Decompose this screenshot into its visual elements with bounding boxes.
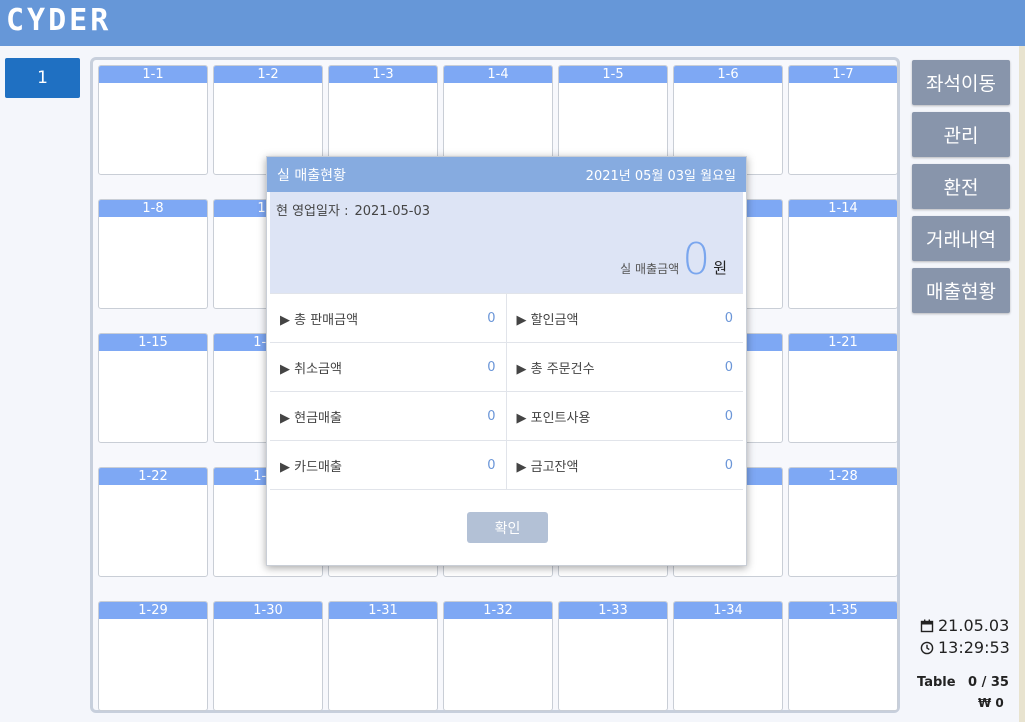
real-sales-label: 실 매출금액 xyxy=(620,262,680,276)
table-name: 1-29 xyxy=(99,602,207,619)
sales-stat: ▶ 포인트사용 0 xyxy=(506,392,743,441)
sales-stat-label: ▶ 할인금액 xyxy=(516,312,579,328)
modal-title: 실 매출현황 xyxy=(277,167,346,184)
exchange-button[interactable]: 환전 xyxy=(912,164,1010,209)
table-name: 1-35 xyxy=(789,602,897,619)
sales-stat-value: 0 xyxy=(724,310,733,326)
date-display: 21.05.03 xyxy=(920,616,1009,635)
table-name: 1-22 xyxy=(99,468,207,485)
sales-stat-value: 0 xyxy=(487,310,496,326)
table-card[interactable]: 1-35 xyxy=(788,601,898,711)
table-card[interactable]: 1-8 xyxy=(98,199,208,309)
clock-icon xyxy=(920,641,934,654)
sales-stat-value: 0 xyxy=(724,457,733,473)
table-name: 1-31 xyxy=(329,602,437,619)
calendar-icon xyxy=(920,619,934,632)
top-bar: CYDER xyxy=(0,0,1025,46)
sales-stat: ▶ 총 주문건수 0 xyxy=(506,343,743,392)
table-card[interactable]: 1-31 xyxy=(328,601,438,711)
table-name: 1-30 xyxy=(214,602,322,619)
sales-stats-grid: ▶ 총 판매금액 0 ▶ 할인금액 0 ▶ 취소금액 0 ▶ 총 주문건수 0 ▶ 현금매출 0 ▶… xyxy=(270,293,743,490)
manage-button[interactable]: 관리 xyxy=(912,112,1010,157)
time-display: 13:29:53 xyxy=(920,638,1010,657)
table-card[interactable]: 1-29 xyxy=(98,601,208,711)
business-date: 현 영업일자 : 2021-05-03 xyxy=(276,200,430,219)
table-name: 1-34 xyxy=(674,602,782,619)
table-card[interactable]: 1-7 xyxy=(788,65,898,175)
table-name: 1-28 xyxy=(789,468,897,485)
floor-tab-1[interactable]: 1 xyxy=(5,58,80,98)
table-card[interactable]: 1-30 xyxy=(213,601,323,711)
sales-stat-label: ▶ 총 판매금액 xyxy=(280,312,359,328)
table-name: 1-7 xyxy=(789,66,897,83)
business-date-value: 2021-05-03 xyxy=(354,204,431,219)
sales-status-button[interactable]: 매출현황 xyxy=(912,268,1010,313)
table-name: 1-4 xyxy=(444,66,552,83)
table-card[interactable]: 1-33 xyxy=(558,601,668,711)
sales-stat-value: 0 xyxy=(487,408,496,424)
confirm-button[interactable]: 확인 xyxy=(467,512,548,543)
total-amount: ₩ 0 xyxy=(978,696,1004,710)
table-name: 1-8 xyxy=(99,200,207,217)
side-button-panel: 좌석이동관리환전거래내역매출현황 xyxy=(912,60,1010,320)
table-card[interactable]: 1-22 xyxy=(98,467,208,577)
window-edge xyxy=(1019,46,1025,722)
table-name: 1-14 xyxy=(789,200,897,217)
table-name: 1-32 xyxy=(444,602,552,619)
real-sales-value: 0 xyxy=(682,234,711,285)
modal-date: 2021년 05월 03일 월요일 xyxy=(585,169,736,184)
sales-stat-label: ▶ 카드매출 xyxy=(280,459,342,475)
table-count-label: Table xyxy=(917,675,956,690)
sales-stat: ▶ 할인금액 0 xyxy=(506,294,743,343)
table-card[interactable]: 1-34 xyxy=(673,601,783,711)
sales-stat: ▶ 금고잔액 0 xyxy=(506,441,743,490)
sales-stat-label: ▶ 총 주문건수 xyxy=(516,361,595,377)
table-name: 1-15 xyxy=(99,334,207,351)
table-name: 1-3 xyxy=(329,66,437,83)
table-card[interactable]: 1-15 xyxy=(98,333,208,443)
app-logo: CYDER xyxy=(6,3,112,38)
sales-status-modal: 실 매출현황 2021년 05월 03일 월요일 현 영업일자 : 2021-05… xyxy=(266,156,747,566)
table-name: 1-5 xyxy=(559,66,667,83)
sales-stat: ▶ 현금매출 0 xyxy=(270,392,507,441)
sales-stat-label: ▶ 포인트사용 xyxy=(516,410,591,426)
sales-stat: ▶ 취소금액 0 xyxy=(270,343,507,392)
sales-stat-label: ▶ 현금매출 xyxy=(280,410,342,426)
sales-stat-value: 0 xyxy=(724,408,733,424)
sales-stat-value: 0 xyxy=(487,359,496,375)
transaction-history-button[interactable]: 거래내역 xyxy=(912,216,1010,261)
seat-move-button[interactable]: 좌석이동 xyxy=(912,60,1010,105)
date-text: 21.05.03 xyxy=(938,616,1010,635)
sales-stat-value: 0 xyxy=(724,359,733,375)
table-card[interactable]: 1-1 xyxy=(98,65,208,175)
table-name: 1-33 xyxy=(559,602,667,619)
table-name: 1-1 xyxy=(99,66,207,83)
sales-stat-value: 0 xyxy=(487,457,496,473)
table-name: 1-2 xyxy=(214,66,322,83)
sales-stat: ▶ 총 판매금액 0 xyxy=(270,294,507,343)
business-date-label: 현 영업일자 : xyxy=(276,204,349,219)
table-card[interactable]: 1-28 xyxy=(788,467,898,577)
sales-summary: 현 영업일자 : 2021-05-03 실 매출금액 0 원 xyxy=(270,192,743,293)
table-name: 1-21 xyxy=(789,334,897,351)
currency-unit: 원 xyxy=(713,259,727,277)
table-card[interactable]: 1-21 xyxy=(788,333,898,443)
sales-stat-label: ▶ 취소금액 xyxy=(280,361,342,377)
modal-header: 실 매출현황 2021년 05월 03일 월요일 xyxy=(267,157,746,192)
table-name: 1-6 xyxy=(674,66,782,83)
real-sales: 실 매출금액 0 원 xyxy=(620,236,727,284)
table-count-value: 0 / 35 xyxy=(968,675,1009,690)
sales-stat-label: ▶ 금고잔액 xyxy=(516,459,579,475)
time-text: 13:29:53 xyxy=(938,638,1010,657)
table-card[interactable]: 1-32 xyxy=(443,601,553,711)
table-card[interactable]: 1-14 xyxy=(788,199,898,309)
sales-stat: ▶ 카드매출 0 xyxy=(270,441,507,490)
